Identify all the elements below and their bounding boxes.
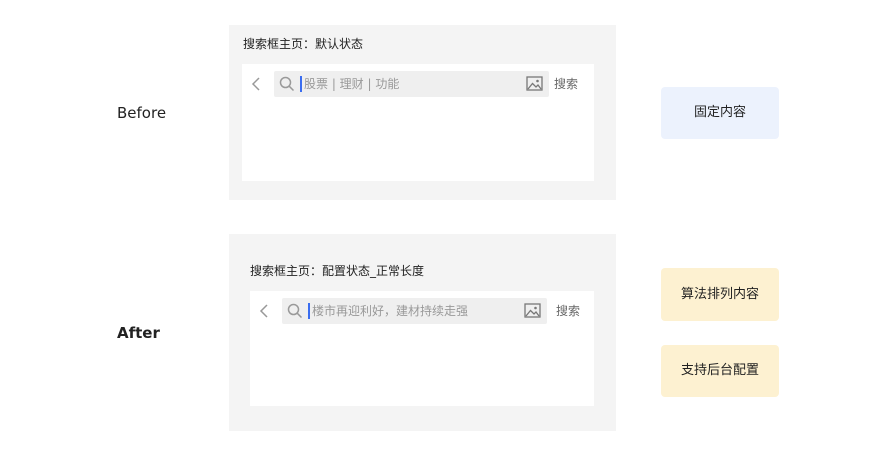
after-search-input[interactable]: [312, 298, 512, 324]
image-icon[interactable]: [524, 303, 541, 318]
comparison-page: Before 搜索框主页：默认状态 搜索 固定内容 After 搜索框主页：配置…: [0, 0, 895, 456]
after-search-page-card: 搜索: [250, 291, 594, 406]
after-search-box[interactable]: [282, 298, 547, 324]
algorithm-content-tag: 算法排列内容: [661, 268, 779, 321]
text-cursor: [300, 76, 302, 92]
after-label: After: [117, 324, 160, 342]
chevron-left-icon[interactable]: [250, 76, 264, 92]
image-icon[interactable]: [526, 76, 543, 91]
before-search-page-card: 搜索: [242, 64, 594, 181]
backend-config-tag: 支持后台配置: [661, 345, 779, 397]
before-panel: 搜索框主页：默认状态 搜索: [229, 25, 616, 200]
before-search-input[interactable]: [304, 71, 514, 97]
before-search-button[interactable]: 搜索: [554, 71, 578, 97]
before-label: Before: [117, 104, 167, 122]
before-search-box[interactable]: [274, 71, 549, 97]
before-panel-title: 搜索框主页：默认状态: [243, 37, 364, 51]
after-panel-title: 搜索框主页：配置状态_正常长度: [250, 264, 425, 278]
fixed-content-tag: 固定内容: [661, 87, 779, 139]
after-panel: 搜索框主页：配置状态_正常长度 搜索: [229, 234, 616, 431]
search-icon: [279, 76, 295, 92]
text-cursor: [308, 303, 310, 319]
chevron-left-icon[interactable]: [258, 303, 272, 319]
search-icon: [287, 303, 303, 319]
after-search-button[interactable]: 搜索: [556, 298, 580, 324]
